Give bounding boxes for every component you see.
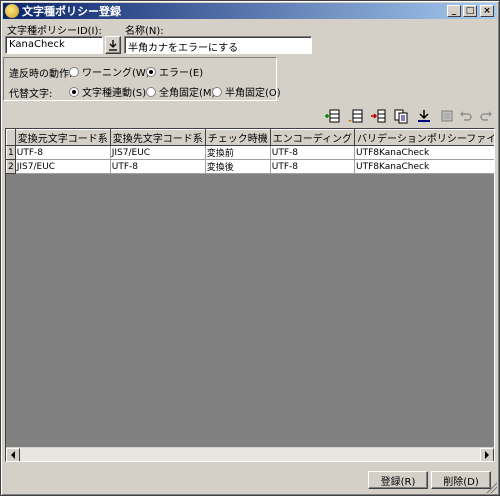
scroll-left-arrow-icon (11, 451, 15, 459)
download-button[interactable] (414, 107, 434, 125)
radio-halfwidth-label: 半角固定(O) (225, 88, 281, 99)
table-row[interactable]: 2 JIS7/EUC UTF-8 変換後 UTF-8 UTF8KanaCheck (6, 159, 494, 174)
radio-halfwidth-fixed[interactable]: 半角固定(O) (212, 84, 281, 99)
scroll-right-button[interactable] (480, 448, 494, 461)
app-icon (5, 4, 19, 18)
col-header-encoding[interactable]: エンコーディング (269, 129, 356, 146)
radio-warning[interactable]: ワーニング(W) (69, 64, 150, 79)
append-row-icon (348, 109, 363, 123)
radio-warning-dot (69, 66, 79, 77)
table-cell[interactable]: UTF-8 (270, 159, 356, 174)
radio-linked-dot (69, 86, 79, 97)
table-cell[interactable]: UTF8KanaCheck (354, 159, 494, 174)
header-row: 変換元文字コード系 変換先文字コード系 チェック時機 エンコーディング バリデー… (6, 129, 494, 146)
radio-halfwidth-dot (212, 86, 222, 97)
table-row[interactable]: 1 UTF-8 JIS7/EUC 変換前 UTF-8 UTF8KanaCheck (6, 145, 494, 160)
violation-label: 違反時の動作: (9, 69, 73, 80)
copy-icon (394, 109, 408, 124)
scroll-left-button[interactable] (6, 448, 20, 461)
undo-icon (460, 111, 472, 121)
undo-button (456, 107, 476, 125)
maximize-button[interactable]: □ (463, 5, 477, 17)
table-cell[interactable]: 変換前 (205, 145, 271, 160)
window-title: 文字種ポリシー登録 (22, 5, 121, 18)
minimize-button[interactable]: _ (447, 5, 461, 17)
substitute-label: 代替文字: (9, 89, 53, 100)
row-number[interactable]: 2 (6, 159, 16, 174)
policy-lookup-button[interactable] (105, 36, 121, 54)
table-cell[interactable]: UTF8KanaCheck (354, 145, 494, 160)
radio-fullwidth-label: 全角固定(M) (159, 88, 216, 99)
table-cell[interactable]: 変換後 (205, 159, 271, 174)
redo-button (476, 107, 496, 125)
append-row-button[interactable] (345, 107, 365, 125)
table-toolbar (1, 107, 500, 125)
insert-column-icon (371, 109, 386, 123)
policy-id-input[interactable]: KanaCheck (5, 36, 103, 54)
horizontal-scrollbar[interactable] (6, 447, 494, 461)
insert-column-button[interactable] (368, 107, 388, 125)
insert-row-button[interactable] (322, 107, 342, 125)
name-label: 名称(N): (125, 26, 164, 37)
close-button[interactable]: × (480, 5, 494, 17)
col-header-target-charset[interactable]: 変換先文字コード系 (109, 129, 206, 146)
corner-header[interactable] (6, 129, 16, 146)
title-bar[interactable]: 文字種ポリシー登録 _ □ × (3, 3, 497, 19)
resize-grip[interactable] (485, 481, 497, 493)
policy-id-label: 文字種ポリシーID(I): (7, 26, 102, 37)
redo-icon (480, 111, 492, 121)
download-arrow-icon (109, 40, 117, 51)
download-icon (418, 110, 430, 122)
table-cell[interactable]: UTF-8 (270, 145, 356, 160)
policy-registration-window: 文字種ポリシー登録 _ □ × 文字種ポリシーID(I): 名称(N): Kan… (0, 0, 500, 496)
conversion-table[interactable]: 変換元文字コード系 変換先文字コード系 チェック時機 エンコーディング バリデー… (5, 128, 495, 462)
radio-linked-label: 文字種連動(S) (82, 88, 147, 99)
name-input[interactable]: 半角カナをエラーにする (124, 36, 312, 54)
table-body: 変換元文字コード系 変換先文字コード系 チェック時機 エンコーディング バリデー… (6, 129, 494, 174)
table-cell[interactable]: UTF-8 (15, 145, 111, 160)
radio-error-label: エラー(E) (159, 68, 204, 79)
col-header-validation-policy-file[interactable]: バリデーションポリシーファイル名 (354, 129, 494, 146)
delete-button (437, 107, 457, 125)
col-header-source-charset[interactable]: 変換元文字コード系 (14, 129, 111, 146)
col-header-check-timing[interactable]: チェック時機 (204, 129, 271, 146)
table-cell[interactable]: JIS7/EUC (110, 145, 206, 160)
table-cell[interactable]: UTF-8 (110, 159, 206, 174)
radio-error[interactable]: エラー(E) (146, 64, 203, 79)
radio-char-type-linked[interactable]: 文字種連動(S) (69, 84, 146, 99)
radio-error-dot (146, 66, 156, 77)
delete-policy-button[interactable]: 削除(D) (431, 471, 491, 489)
scroll-right-arrow-icon (485, 451, 489, 459)
table-cell[interactable]: JIS7/EUC (15, 159, 111, 174)
copy-button[interactable] (391, 107, 411, 125)
radio-fullwidth-dot (146, 86, 156, 97)
delete-icon (441, 110, 453, 122)
radio-fullwidth-fixed[interactable]: 全角固定(M) (146, 84, 215, 99)
register-button[interactable]: 登録(R) (368, 471, 428, 489)
row-number[interactable]: 1 (6, 145, 16, 160)
radio-warning-label: ワーニング(W) (82, 68, 150, 79)
insert-row-icon (325, 109, 340, 123)
